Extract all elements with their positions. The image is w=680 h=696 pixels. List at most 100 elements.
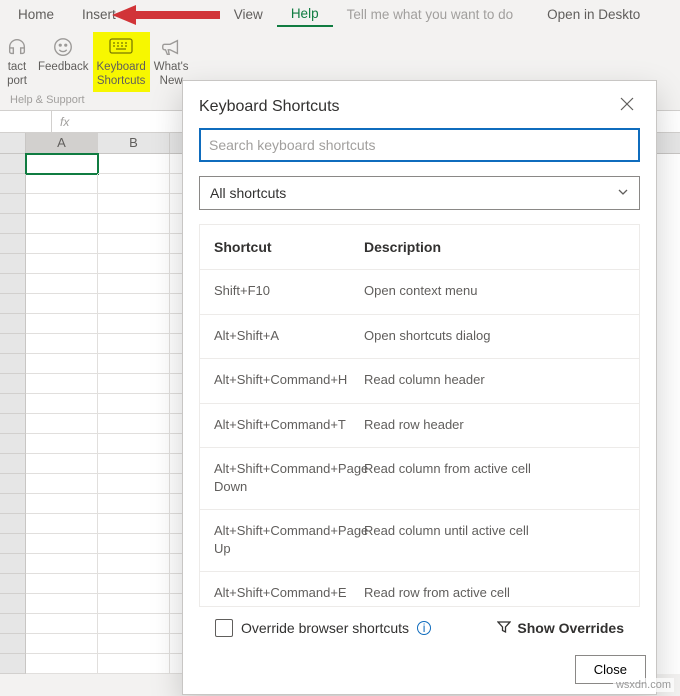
grid-cell[interactable] <box>98 434 170 454</box>
grid-cell[interactable] <box>26 294 98 314</box>
grid-cell[interactable] <box>98 154 170 174</box>
open-in-desktop[interactable]: Open in Deskto <box>533 3 654 26</box>
show-overrides-button[interactable]: Show Overrides <box>497 620 624 637</box>
close-icon[interactable] <box>614 95 640 118</box>
grid-cell[interactable] <box>26 374 98 394</box>
grid-cell[interactable] <box>26 334 98 354</box>
table-row[interactable]: Alt+Shift+Command+Page UpRead column unt… <box>200 510 639 572</box>
fx-icon[interactable]: fx <box>52 115 77 129</box>
grid-cell[interactable] <box>98 654 170 674</box>
grid-cell[interactable] <box>98 214 170 234</box>
row-header[interactable] <box>0 394 26 414</box>
row-header[interactable] <box>0 214 26 234</box>
search-input[interactable] <box>199 128 640 162</box>
row-header[interactable] <box>0 154 26 174</box>
tab-home[interactable]: Home <box>4 3 68 26</box>
grid-cell[interactable] <box>26 214 98 234</box>
grid-cell[interactable] <box>26 194 98 214</box>
info-icon[interactable]: i <box>417 621 431 635</box>
grid-cell[interactable] <box>98 274 170 294</box>
grid-cell[interactable] <box>26 274 98 294</box>
grid-cell[interactable] <box>98 334 170 354</box>
grid-cell[interactable] <box>98 254 170 274</box>
col-header-b[interactable]: B <box>98 133 170 153</box>
keyboard-shortcuts-button[interactable]: Keyboard Shortcuts <box>93 32 150 92</box>
row-header[interactable] <box>0 234 26 254</box>
grid-cell[interactable] <box>98 514 170 534</box>
grid-cell[interactable] <box>98 194 170 214</box>
grid-cell[interactable] <box>98 494 170 514</box>
grid-cell[interactable] <box>98 394 170 414</box>
grid-cell[interactable] <box>26 494 98 514</box>
row-header[interactable] <box>0 514 26 534</box>
grid-cell[interactable] <box>26 354 98 374</box>
grid-cell[interactable] <box>26 514 98 534</box>
grid-cell[interactable] <box>98 554 170 574</box>
grid-cell[interactable] <box>26 634 98 654</box>
row-header[interactable] <box>0 654 26 674</box>
grid-cell[interactable] <box>26 474 98 494</box>
grid-cell[interactable] <box>26 614 98 634</box>
grid-cell[interactable] <box>98 534 170 554</box>
row-header[interactable] <box>0 354 26 374</box>
row-header[interactable] <box>0 294 26 314</box>
row-header[interactable] <box>0 534 26 554</box>
override-checkbox[interactable]: Override browser shortcuts i <box>215 619 431 637</box>
grid-cell[interactable] <box>26 314 98 334</box>
row-header[interactable] <box>0 334 26 354</box>
feedback-button[interactable]: Feedback <box>34 32 93 92</box>
name-box[interactable] <box>0 111 52 132</box>
grid-cell[interactable] <box>26 594 98 614</box>
row-header[interactable] <box>0 254 26 274</box>
table-row[interactable]: Alt+Shift+Command+TRead row header <box>200 404 639 449</box>
table-row[interactable]: Alt+Shift+Command+HRead column header <box>200 359 639 404</box>
tab-insert[interactable]: Insert <box>68 3 130 26</box>
row-header[interactable] <box>0 574 26 594</box>
row-header[interactable] <box>0 314 26 334</box>
row-header[interactable] <box>0 434 26 454</box>
grid-cell[interactable] <box>98 594 170 614</box>
grid-cell[interactable] <box>98 614 170 634</box>
row-header[interactable] <box>0 174 26 194</box>
contact-support-button[interactable]: tact port <box>0 32 34 92</box>
grid-cell[interactable] <box>98 574 170 594</box>
table-row[interactable]: Shift+F10Open context menu <box>200 270 639 315</box>
grid-cell[interactable] <box>98 374 170 394</box>
table-row[interactable]: Alt+Shift+Command+Page DownRead column f… <box>200 448 639 510</box>
tab-view[interactable]: View <box>220 3 277 26</box>
row-header[interactable] <box>0 554 26 574</box>
grid-cell[interactable] <box>26 434 98 454</box>
grid-cell[interactable] <box>26 394 98 414</box>
grid-cell[interactable] <box>26 554 98 574</box>
table-row[interactable]: Alt+Shift+Command+ERead row from active … <box>200 572 639 607</box>
grid-cell[interactable] <box>98 294 170 314</box>
grid-cell[interactable] <box>98 454 170 474</box>
tab-help[interactable]: Help <box>277 2 333 27</box>
grid-cell[interactable] <box>98 634 170 654</box>
grid-cell[interactable] <box>26 574 98 594</box>
grid-cell[interactable] <box>26 254 98 274</box>
row-header[interactable] <box>0 474 26 494</box>
row-header[interactable] <box>0 594 26 614</box>
grid-cell[interactable] <box>26 454 98 474</box>
row-header[interactable] <box>0 614 26 634</box>
row-header[interactable] <box>0 194 26 214</box>
row-header[interactable] <box>0 494 26 514</box>
col-header-a[interactable]: A <box>26 133 98 153</box>
grid-cell[interactable] <box>26 654 98 674</box>
grid-cell[interactable] <box>98 234 170 254</box>
grid-cell[interactable] <box>98 314 170 334</box>
row-header[interactable] <box>0 454 26 474</box>
row-header[interactable] <box>0 374 26 394</box>
grid-cell[interactable] <box>98 474 170 494</box>
grid-cell[interactable] <box>98 354 170 374</box>
grid-cell[interactable] <box>26 154 98 174</box>
row-header[interactable] <box>0 634 26 654</box>
grid-cell[interactable] <box>26 414 98 434</box>
grid-cell[interactable] <box>26 234 98 254</box>
table-row[interactable]: Alt+Shift+AOpen shortcuts dialog <box>200 315 639 360</box>
grid-cell[interactable] <box>98 414 170 434</box>
grid-cell[interactable] <box>26 174 98 194</box>
tell-me[interactable]: Tell me what you want to do <box>333 3 528 26</box>
filter-dropdown[interactable]: All shortcuts <box>199 176 640 210</box>
